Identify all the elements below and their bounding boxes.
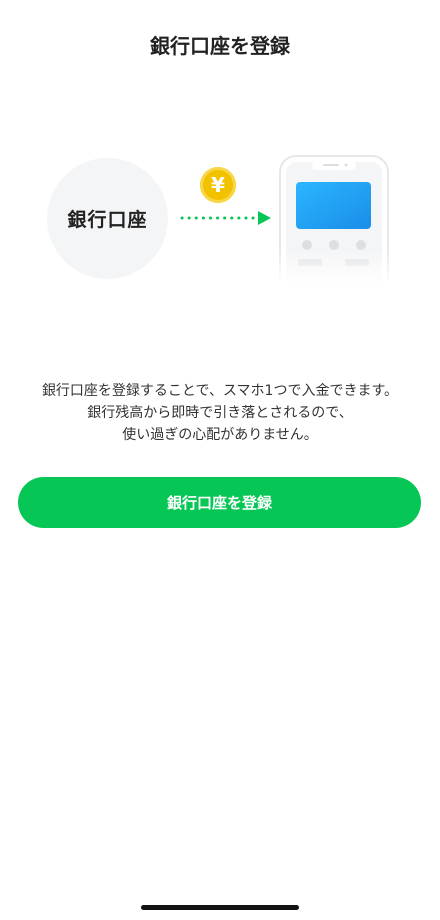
- page-title: 銀行口座を登録: [150, 34, 290, 58]
- description-line: 使い過ぎの心配がありません。: [122, 427, 318, 443]
- description-line: 銀行口座を登録することで、スマホ1つで入金できます。: [41, 383, 399, 399]
- register-bank-account-button[interactable]: 銀行口座を登録: [18, 477, 421, 528]
- bank-circle: 銀行口座: [47, 158, 168, 279]
- description-line: 銀行残高から即時で引き落とされるので、: [87, 405, 353, 421]
- description-text: 銀行口座を登録することで、スマホ1つで入金できます。 銀行残高から即時で引き落と…: [0, 380, 440, 446]
- home-indicator: [141, 905, 299, 910]
- smartphone-icon: [278, 155, 390, 285]
- bank-label: 銀行口座: [67, 209, 148, 231]
- yen-symbol: ¥: [211, 173, 225, 197]
- yen-coin-icon: ¥: [200, 167, 236, 203]
- dotted-arrow-icon: [180, 211, 271, 225]
- bank-transfer-illustration: 銀行口座 ¥: [0, 150, 440, 285]
